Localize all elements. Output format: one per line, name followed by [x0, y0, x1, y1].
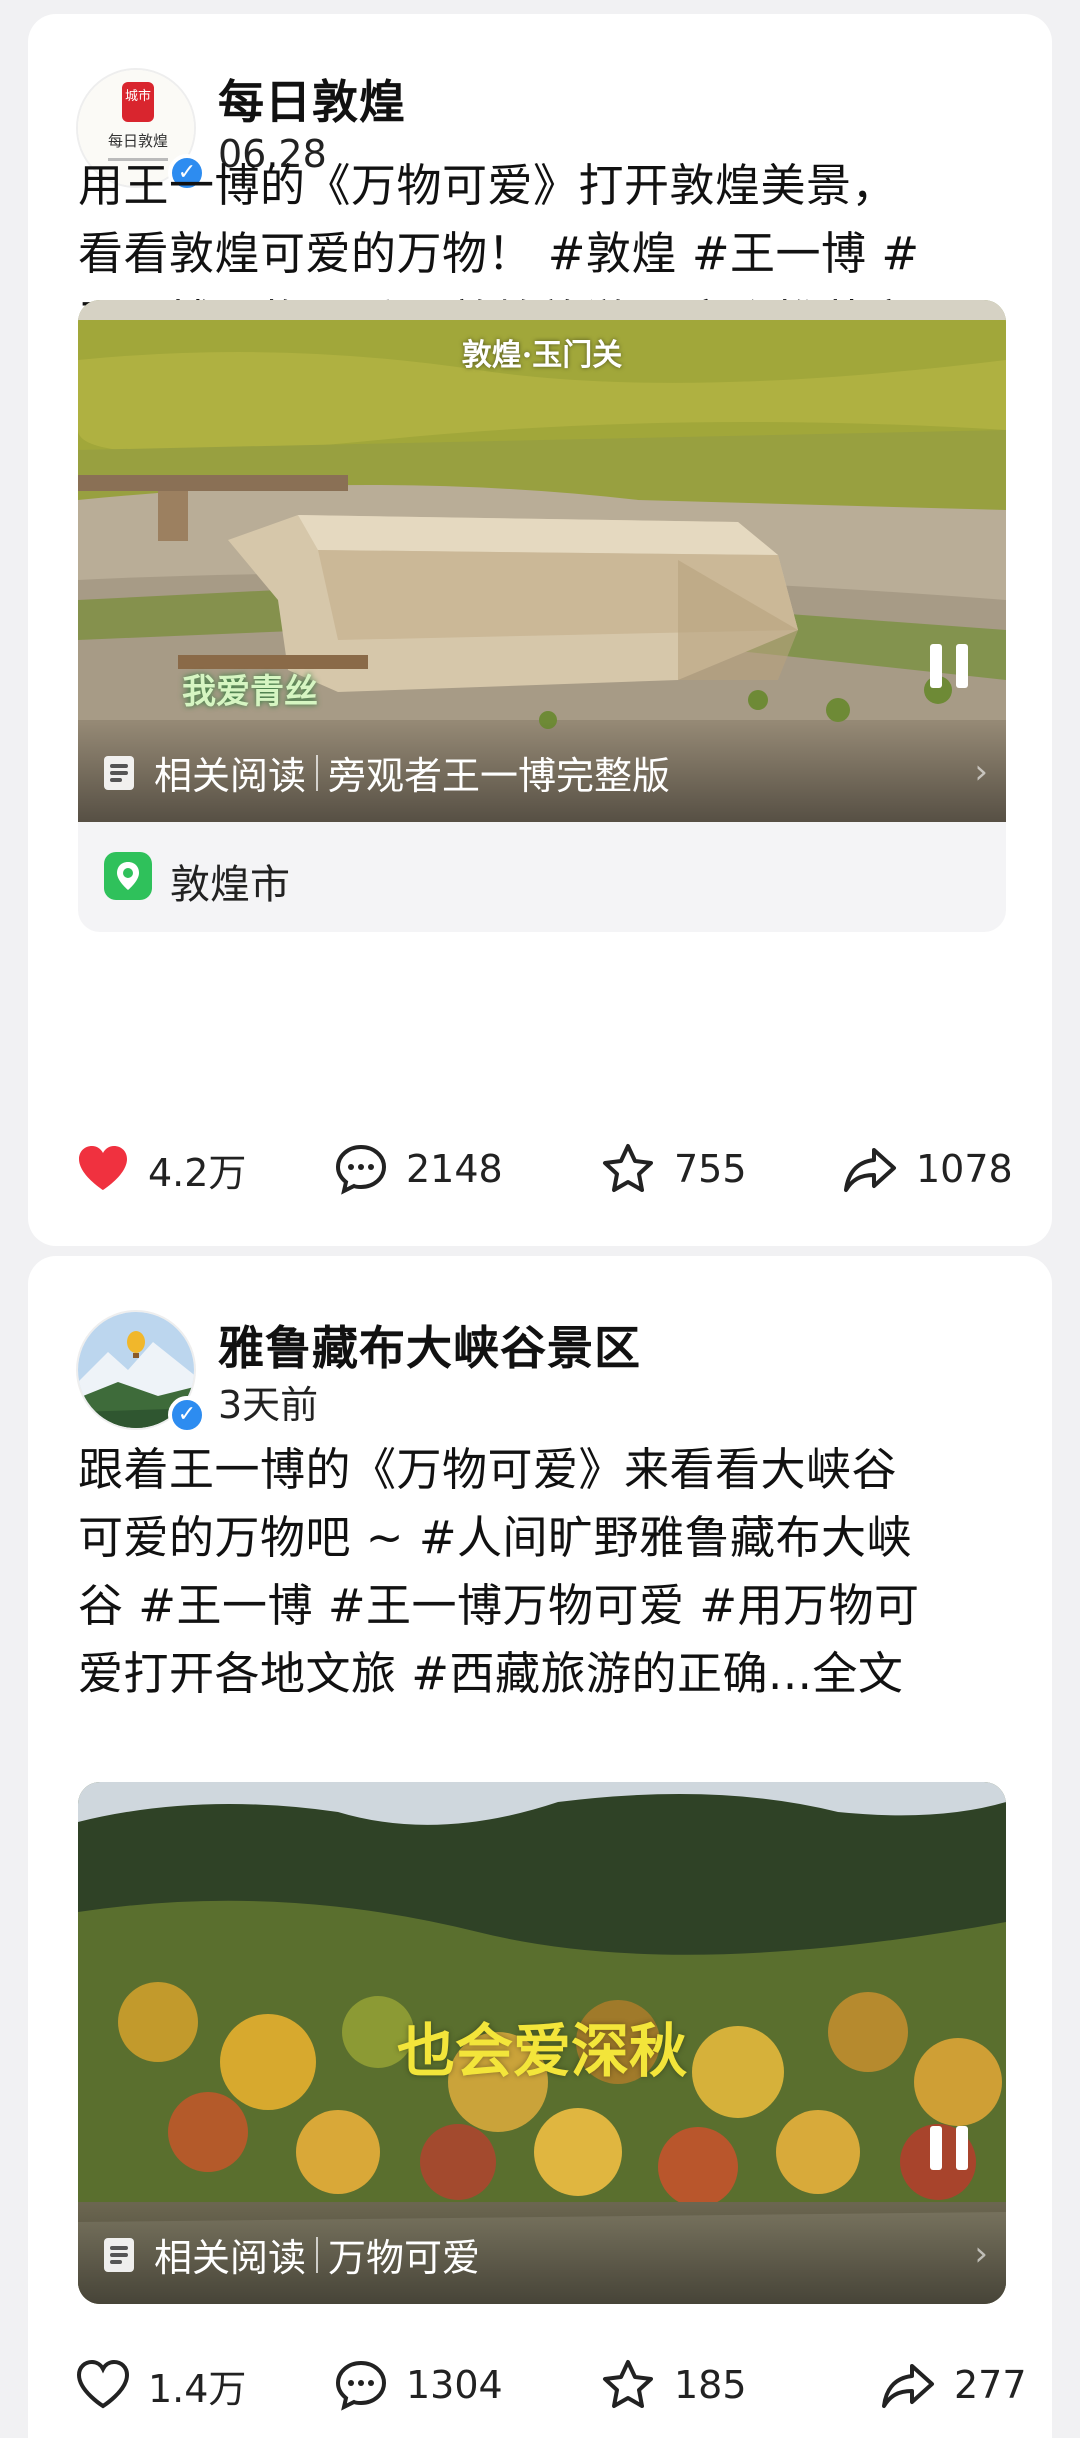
like-button[interactable]: 4.2万 — [76, 1134, 246, 1204]
star-icon — [603, 2360, 653, 2408]
action-bar: 1.4万 1304 185 277 — [28, 2350, 1052, 2420]
post-text-line: 用王一博的《万物可爱》打开敦煌美景， — [78, 159, 898, 212]
location-tag[interactable]: 敦煌市 — [78, 822, 1006, 932]
comment-count: 1304 — [406, 2363, 503, 2407]
heart-outline-icon — [76, 2360, 130, 2409]
share-button[interactable]: 277 — [880, 2350, 1027, 2420]
post-text-line: 跟着王一博的《万物可爱》来看看大峡谷 — [78, 1443, 898, 1496]
post-text[interactable]: 跟着王一博的《万物可爱》来看看大峡谷 可爱的万物吧 ~ #人间旷野雅鲁藏布大峡 … — [78, 1436, 1018, 1708]
location-pin-icon — [104, 852, 152, 900]
document-icon — [104, 755, 134, 790]
favorite-count: 185 — [674, 2363, 747, 2407]
avatar-text: 每日敦煌 — [108, 132, 168, 150]
share-count: 277 — [954, 2363, 1027, 2407]
related-reading-bar[interactable]: 相关阅读 旁观者王一博完整版 › — [78, 722, 1006, 822]
favorite-button[interactable]: 755 — [600, 1134, 747, 1204]
location-name: 敦煌市 — [170, 862, 290, 908]
share-arrow-icon — [882, 2364, 934, 2408]
post-text-line: 谷 #王一博 #王一博万物可爱 #用万物可 — [78, 1579, 920, 1632]
related-reading-bar[interactable]: 相关阅读 万物可爱 › — [78, 2204, 1006, 2304]
like-count: 4.2万 — [148, 1150, 247, 1195]
comment-count: 2148 — [406, 1147, 503, 1191]
comment-icon — [335, 2360, 387, 2411]
video-player[interactable]: 也会爱深秋 相关阅读 万物可爱 › — [78, 1782, 1006, 2304]
share-arrow-icon — [844, 1148, 896, 1192]
divider — [316, 2236, 319, 2273]
video-overlay-title: 敦煌·玉门关 — [461, 338, 623, 373]
post-text-line: 看看敦煌可爱的万物！ #敦煌 #王一博 # — [78, 227, 920, 280]
video-caption: 我爱青丝 — [182, 672, 318, 712]
post-text-line: 爱打开各地文旅 #西藏旅游的正确...全文 — [78, 1647, 904, 1700]
share-button[interactable]: 1078 — [842, 1134, 1013, 1204]
pause-icon[interactable] — [930, 644, 970, 688]
related-title: 旁观者王一博完整版 — [328, 754, 671, 798]
chevron-right-icon: › — [974, 2234, 988, 2274]
author-name[interactable]: 雅鲁藏布大峡谷景区 — [218, 1312, 641, 1378]
favorite-button[interactable]: 185 — [600, 2350, 747, 2420]
star-icon — [603, 1144, 653, 1192]
chevron-right-icon: › — [974, 752, 988, 792]
like-button[interactable]: 1.4万 — [76, 2350, 246, 2420]
related-label: 相关阅读 — [154, 2236, 307, 2280]
verified-badge-icon: ✓ — [168, 1396, 206, 1434]
heart-filled-icon — [79, 1146, 127, 1190]
author-name[interactable]: 每日敦煌 — [218, 66, 406, 132]
comment-button[interactable]: 2148 — [334, 1134, 503, 1204]
favorite-count: 755 — [674, 1147, 747, 1191]
post-card[interactable]: ✓ 雅鲁藏布大峡谷景区 3天前 跟着王一博的《万物可爱》来看看大峡谷 可爱的万物… — [28, 1256, 1052, 2438]
pause-icon[interactable] — [930, 2126, 970, 2170]
related-label: 相关阅读 — [154, 754, 307, 798]
video-overlay-title: 也会爱深秋 — [396, 2017, 687, 2085]
document-icon — [104, 2237, 134, 2272]
post-time: 3天前 — [218, 1383, 319, 1427]
avatar-badge-text: 城市 — [125, 88, 151, 104]
divider — [316, 754, 319, 791]
like-count: 1.4万 — [148, 2366, 247, 2411]
post-text-line: 可爱的万物吧 ~ #人间旷野雅鲁藏布大峡 — [78, 1511, 913, 1564]
comment-icon — [335, 1144, 387, 1195]
action-bar: 4.2万 2148 755 1078 — [28, 1134, 1052, 1204]
related-title: 万物可爱 — [328, 2236, 481, 2280]
share-count: 1078 — [916, 1147, 1013, 1191]
video-player[interactable]: 敦煌·玉门关 我爱青丝 相关阅读 旁观者王一博完整版 › — [78, 300, 1006, 822]
comment-button[interactable]: 1304 — [334, 2350, 503, 2420]
post-card[interactable]: 城市 每日敦煌 ✓ 每日敦煌 06.28 用王一博的《万物可爱》打开敦煌美景， … — [28, 14, 1052, 1246]
